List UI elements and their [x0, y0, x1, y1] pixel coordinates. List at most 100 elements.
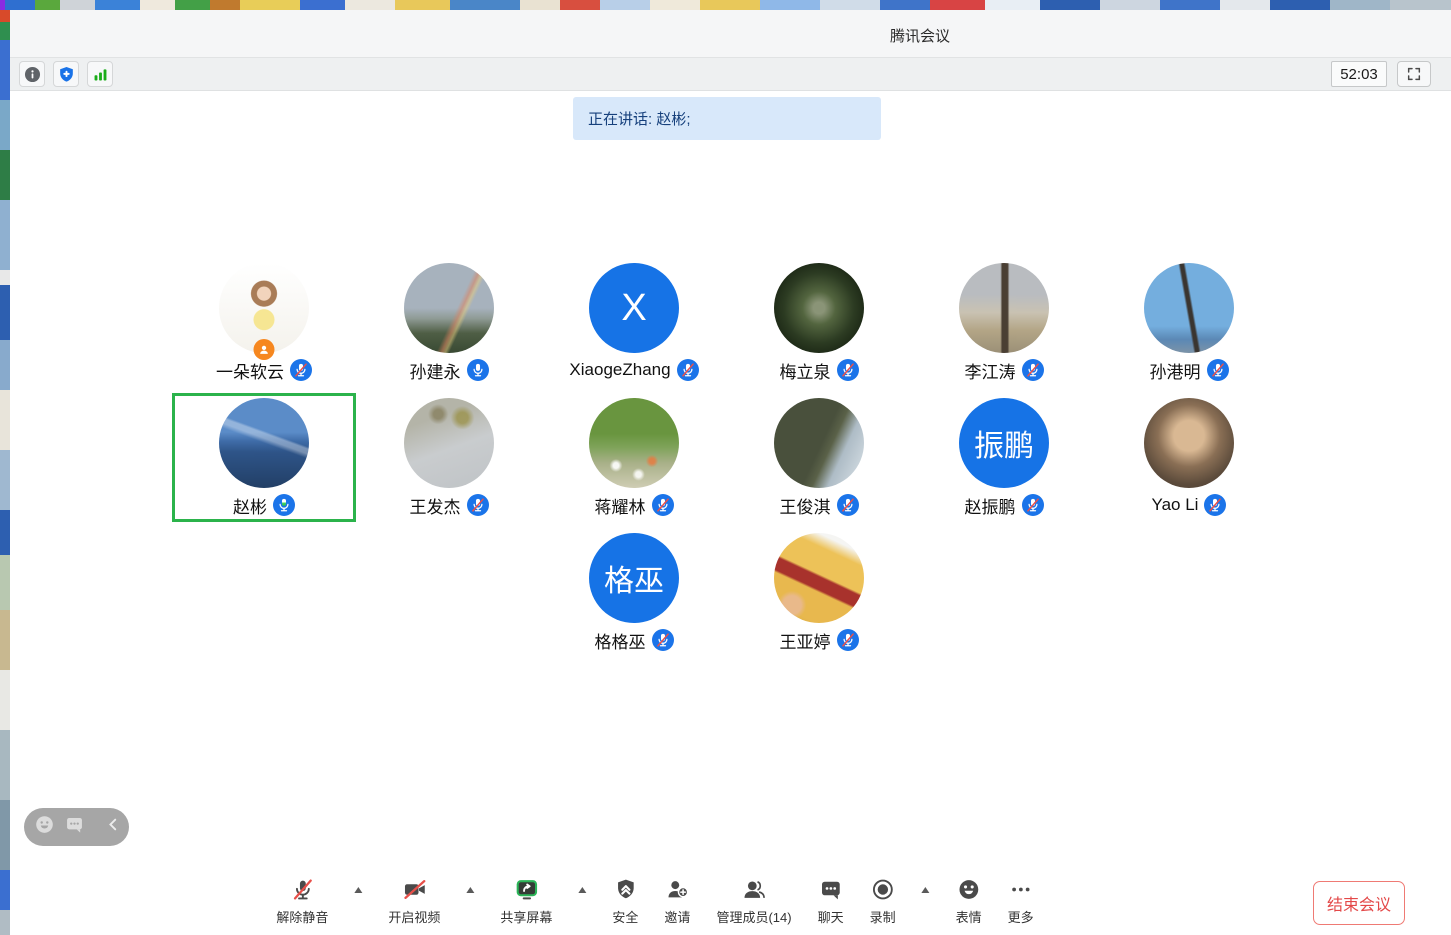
toolbar-chat[interactable]: 聊天	[818, 876, 844, 926]
participant-name-row: 李江涛	[912, 357, 1096, 383]
toolbar-more[interactable]: 更多	[1008, 876, 1034, 926]
dropdown-caret-icon[interactable]	[354, 887, 362, 893]
mic-off-icon	[289, 876, 315, 902]
participant-name-row: 一朵软云	[172, 357, 356, 383]
participant-avatar: 格巫	[589, 533, 679, 623]
quick-chat-icon[interactable]	[64, 814, 85, 840]
participant-name-row: 王发杰	[357, 492, 541, 518]
collapse-chevron-icon[interactable]	[103, 814, 124, 840]
participant-tile[interactable]: 蒋耀林	[542, 391, 726, 524]
participant-tile[interactable]: Yao Li	[1097, 391, 1281, 524]
participant-avatar	[959, 263, 1049, 353]
mic-muted-icon	[1207, 359, 1229, 381]
participant-name: 赵振鹏	[965, 493, 1016, 518]
mic-muted-icon	[1022, 359, 1044, 381]
mic-speaking-icon	[273, 494, 295, 516]
participant-name: 一朵软云	[216, 358, 284, 383]
toolbar-invite-member[interactable]: 邀请	[664, 876, 690, 926]
meeting-window: 腾讯会议 52:03 正在讲话: 赵彬; 一朵软云孙建永XXiaogeZhang…	[10, 10, 1451, 935]
toolbar-camera-off[interactable]: 开启视频	[388, 876, 440, 926]
mic-muted-icon	[652, 494, 674, 516]
participant-avatar	[219, 398, 309, 488]
emoji-reaction-icon[interactable]	[34, 814, 55, 840]
participant-name: 王俊淇	[780, 493, 831, 518]
participant-tile[interactable]: 梅立泉	[727, 256, 911, 389]
more-icon	[1008, 876, 1034, 902]
participant-tile[interactable]: 赵彬	[172, 391, 356, 524]
record-icon	[870, 876, 896, 902]
participant-avatar	[1144, 398, 1234, 488]
participant-name-row: Yao Li	[1097, 492, 1281, 518]
participant-name: 李江涛	[965, 358, 1016, 383]
participant-tile[interactable]: 一朵软云	[172, 256, 356, 389]
participant-name-row: 赵彬	[172, 492, 356, 518]
participant-name-row: 王俊淇	[727, 492, 911, 518]
participant-name: 王发杰	[410, 493, 461, 518]
participant-avatar	[774, 263, 864, 353]
toolbar-label: 表情	[956, 907, 982, 926]
toolbar-emoji[interactable]: 表情	[956, 876, 982, 926]
toolbar-label: 更多	[1008, 907, 1034, 926]
participant-name-row: 蒋耀林	[542, 492, 726, 518]
participant-avatar: 振鹏	[959, 398, 1049, 488]
toolbar-label: 管理成员(14)	[716, 907, 791, 926]
share-screen-icon	[513, 876, 539, 902]
toolbar-record[interactable]: 录制	[870, 876, 896, 926]
mic-muted-icon	[677, 359, 699, 381]
toolbar-label: 录制	[870, 907, 896, 926]
participant-avatar	[404, 398, 494, 488]
participant-tile[interactable]: 振鹏赵振鹏	[912, 391, 1096, 524]
participant-tile[interactable]: 王发杰	[357, 391, 541, 524]
participant-name-row: 王亚婷	[727, 627, 911, 653]
participant-name: Yao Li	[1152, 495, 1199, 515]
participant-tile[interactable]: 孙建永	[357, 256, 541, 389]
chat-icon	[818, 876, 844, 902]
participant-tile[interactable]: 王俊淇	[727, 391, 911, 524]
toolbar-share-screen[interactable]: 共享屏幕	[500, 876, 552, 926]
toolbar-label: 开启视频	[388, 907, 440, 926]
dropdown-caret-icon[interactable]	[922, 887, 930, 893]
invite-member-icon	[664, 876, 690, 902]
participant-name: 孙港明	[1150, 358, 1201, 383]
toolbar-label: 聊天	[818, 907, 844, 926]
participant-tile[interactable]: 孙港明	[1097, 256, 1281, 389]
participant-grid: 一朵软云 孙建永XXiaogeZhang梅立泉李江涛 孙港明赵彬 王发杰 蒋耀林 王俊淇 振…	[10, 10, 1451, 935]
dropdown-caret-icon[interactable]	[466, 887, 474, 893]
desktop-background-sliver-left	[0, 10, 10, 935]
participant-name: 格格巫	[595, 628, 646, 653]
participant-tile[interactable]: 王亚婷	[727, 526, 911, 659]
members-icon	[741, 876, 767, 902]
mic-muted-icon	[467, 494, 489, 516]
mic-on-icon	[467, 359, 489, 381]
mic-muted-icon	[837, 359, 859, 381]
participant-name: 赵彬	[233, 493, 267, 518]
mic-muted-icon	[1204, 494, 1226, 516]
desktop-background-sliver-top	[0, 0, 1451, 10]
participant-avatar	[774, 398, 864, 488]
participant-avatar	[774, 533, 864, 623]
participant-name-row: 孙建永	[357, 357, 541, 383]
dropdown-caret-icon[interactable]	[578, 887, 586, 893]
participant-avatar	[1144, 263, 1234, 353]
toolbar-mic-off[interactable]: 解除静音	[276, 876, 328, 926]
mic-muted-icon	[837, 629, 859, 651]
toolbar-members[interactable]: 管理成员(14)	[716, 876, 791, 926]
participant-name: XiaogeZhang	[569, 360, 670, 380]
mic-muted-icon	[290, 359, 312, 381]
participant-tile[interactable]: XXiaogeZhang	[542, 256, 726, 389]
participant-tile[interactable]: 格巫格格巫	[542, 526, 726, 659]
toolbar-security-shield[interactable]: 安全	[612, 876, 638, 926]
emoji-icon	[956, 876, 982, 902]
participant-name-row: 孙港明	[1097, 357, 1281, 383]
security-shield-icon	[612, 876, 638, 902]
end-meeting-button[interactable]: 结束会议	[1313, 881, 1405, 925]
mic-muted-icon	[1022, 494, 1044, 516]
mic-muted-icon	[837, 494, 859, 516]
participant-name-row: 格格巫	[542, 627, 726, 653]
participant-name-row: 赵振鹏	[912, 492, 1096, 518]
bottom-toolbar: 解除静音开启视频 共享屏幕 安全邀请管理成员(14) 聊天 录制 表情 更多	[276, 876, 1033, 926]
participant-tile[interactable]: 李江涛	[912, 256, 1096, 389]
camera-off-icon	[401, 876, 427, 902]
participant-name: 王亚婷	[780, 628, 831, 653]
mic-muted-icon	[652, 629, 674, 651]
